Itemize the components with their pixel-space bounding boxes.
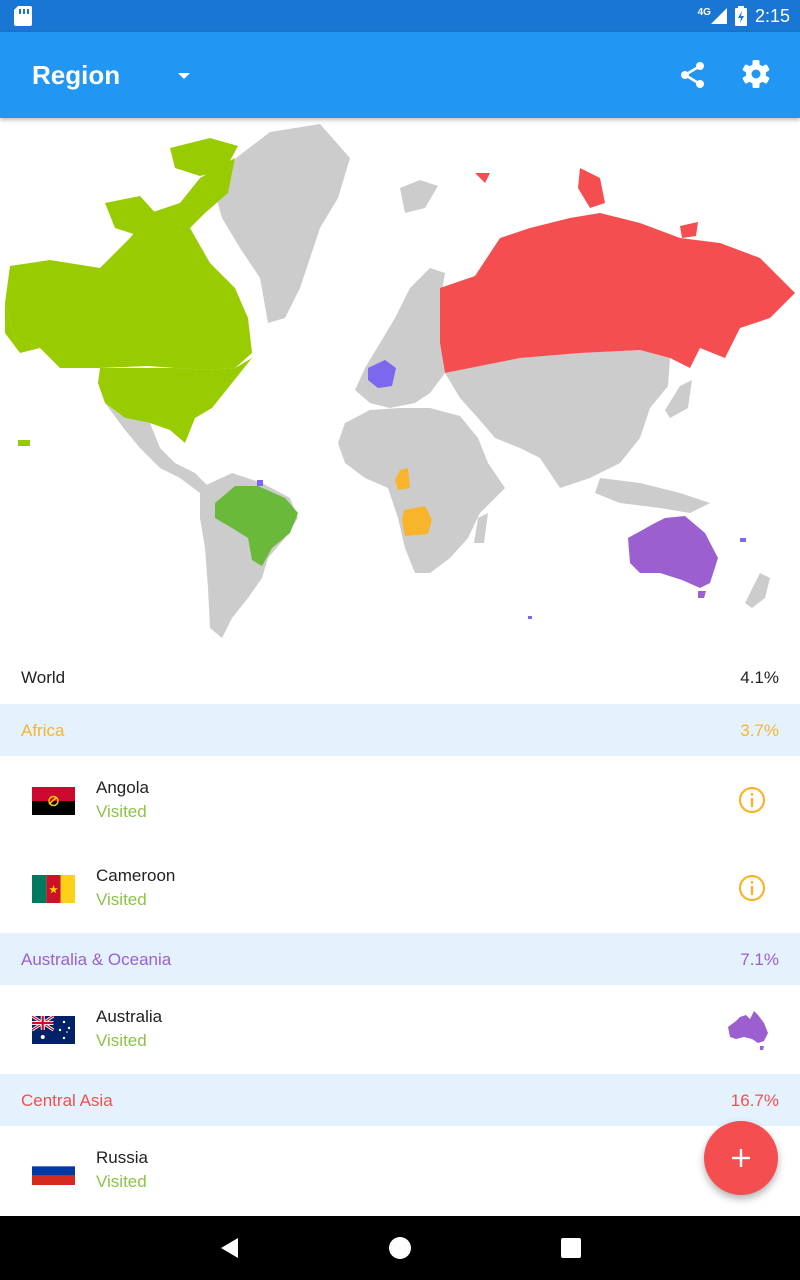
section-percent: 7.1% xyxy=(740,950,779,969)
section-title: Australia & Oceania xyxy=(21,950,172,969)
new-zealand-shape[interactable] xyxy=(745,573,770,608)
info-icon[interactable] xyxy=(738,786,766,814)
page-title[interactable]: Region xyxy=(32,60,120,91)
country-row-cameroon[interactable]: Cameroon Visited xyxy=(0,844,800,932)
signal-icon xyxy=(710,8,727,24)
southeast-asia-islands-shape[interactable] xyxy=(595,478,710,513)
info-icon[interactable] xyxy=(738,874,766,902)
australia-map-icon[interactable] xyxy=(726,1009,770,1051)
sd-card-icon xyxy=(14,6,32,26)
russia-flag-icon xyxy=(32,1157,75,1185)
australia-flag-icon xyxy=(32,1016,75,1044)
japan-shape[interactable] xyxy=(665,380,692,418)
iceland-shape[interactable] xyxy=(400,180,438,213)
clock: 2:15 xyxy=(754,5,790,26)
section-title: Central Asia xyxy=(21,1091,113,1110)
country-row-russia[interactable]: Russia Visited xyxy=(0,1126,800,1214)
island-dot[interactable] xyxy=(528,616,532,619)
country-name: Cameroon xyxy=(96,866,176,885)
island-dot[interactable] xyxy=(18,440,30,446)
cameroon-flag-icon xyxy=(32,875,75,903)
add-country-button[interactable] xyxy=(704,1121,778,1195)
app-bar: Region xyxy=(0,32,800,118)
section-header-africa[interactable]: Africa 3.7% xyxy=(0,704,800,756)
back-icon[interactable] xyxy=(218,1236,242,1260)
section-header-australia-oceania[interactable]: Australia & Oceania 7.1% xyxy=(0,933,800,985)
country-row-australia[interactable]: Australia Visited xyxy=(0,985,800,1073)
africa-shape[interactable] xyxy=(338,408,505,573)
europe-shape[interactable] xyxy=(355,268,445,408)
world-summary-row: World 4.1% xyxy=(0,652,800,702)
section-percent: 16.7% xyxy=(730,1091,779,1110)
battery-icon xyxy=(734,6,747,26)
status-bar: 4G 2:15 xyxy=(0,0,800,32)
country-name: Russia xyxy=(96,1148,148,1167)
network-type-label: 4G xyxy=(697,6,711,18)
canada-shape[interactable] xyxy=(5,158,252,370)
tasmania-shape[interactable] xyxy=(698,591,706,598)
usa-shape[interactable] xyxy=(98,358,252,443)
plus-icon xyxy=(732,1149,750,1167)
australia-shape[interactable] xyxy=(628,516,718,588)
recents-icon[interactable] xyxy=(560,1237,582,1259)
angola-flag-icon xyxy=(32,787,75,815)
country-status: Visited xyxy=(96,802,147,821)
system-navigation-bar xyxy=(0,1216,800,1280)
island-dot[interactable] xyxy=(740,538,746,542)
home-icon[interactable] xyxy=(388,1236,412,1260)
russia-shape[interactable] xyxy=(440,213,795,373)
gear-icon[interactable] xyxy=(740,58,772,90)
chevron-down-icon[interactable] xyxy=(172,68,196,84)
country-status: Visited xyxy=(96,1031,147,1050)
french-guiana-shape[interactable] xyxy=(257,480,263,486)
section-title: Africa xyxy=(21,721,65,740)
country-status: Visited xyxy=(96,890,147,909)
world-label: World xyxy=(21,668,66,687)
world-percent: 4.1% xyxy=(740,668,779,687)
section-header-central-asia[interactable]: Central Asia 16.7% xyxy=(0,1074,800,1126)
country-row-angola[interactable]: Angola Visited xyxy=(0,756,800,844)
country-name: Angola xyxy=(96,778,149,797)
country-status: Visited xyxy=(96,1172,147,1191)
country-name: Australia xyxy=(96,1007,163,1026)
share-icon[interactable] xyxy=(678,60,708,90)
world-map[interactable] xyxy=(0,118,800,658)
section-percent: 3.7% xyxy=(740,721,779,740)
